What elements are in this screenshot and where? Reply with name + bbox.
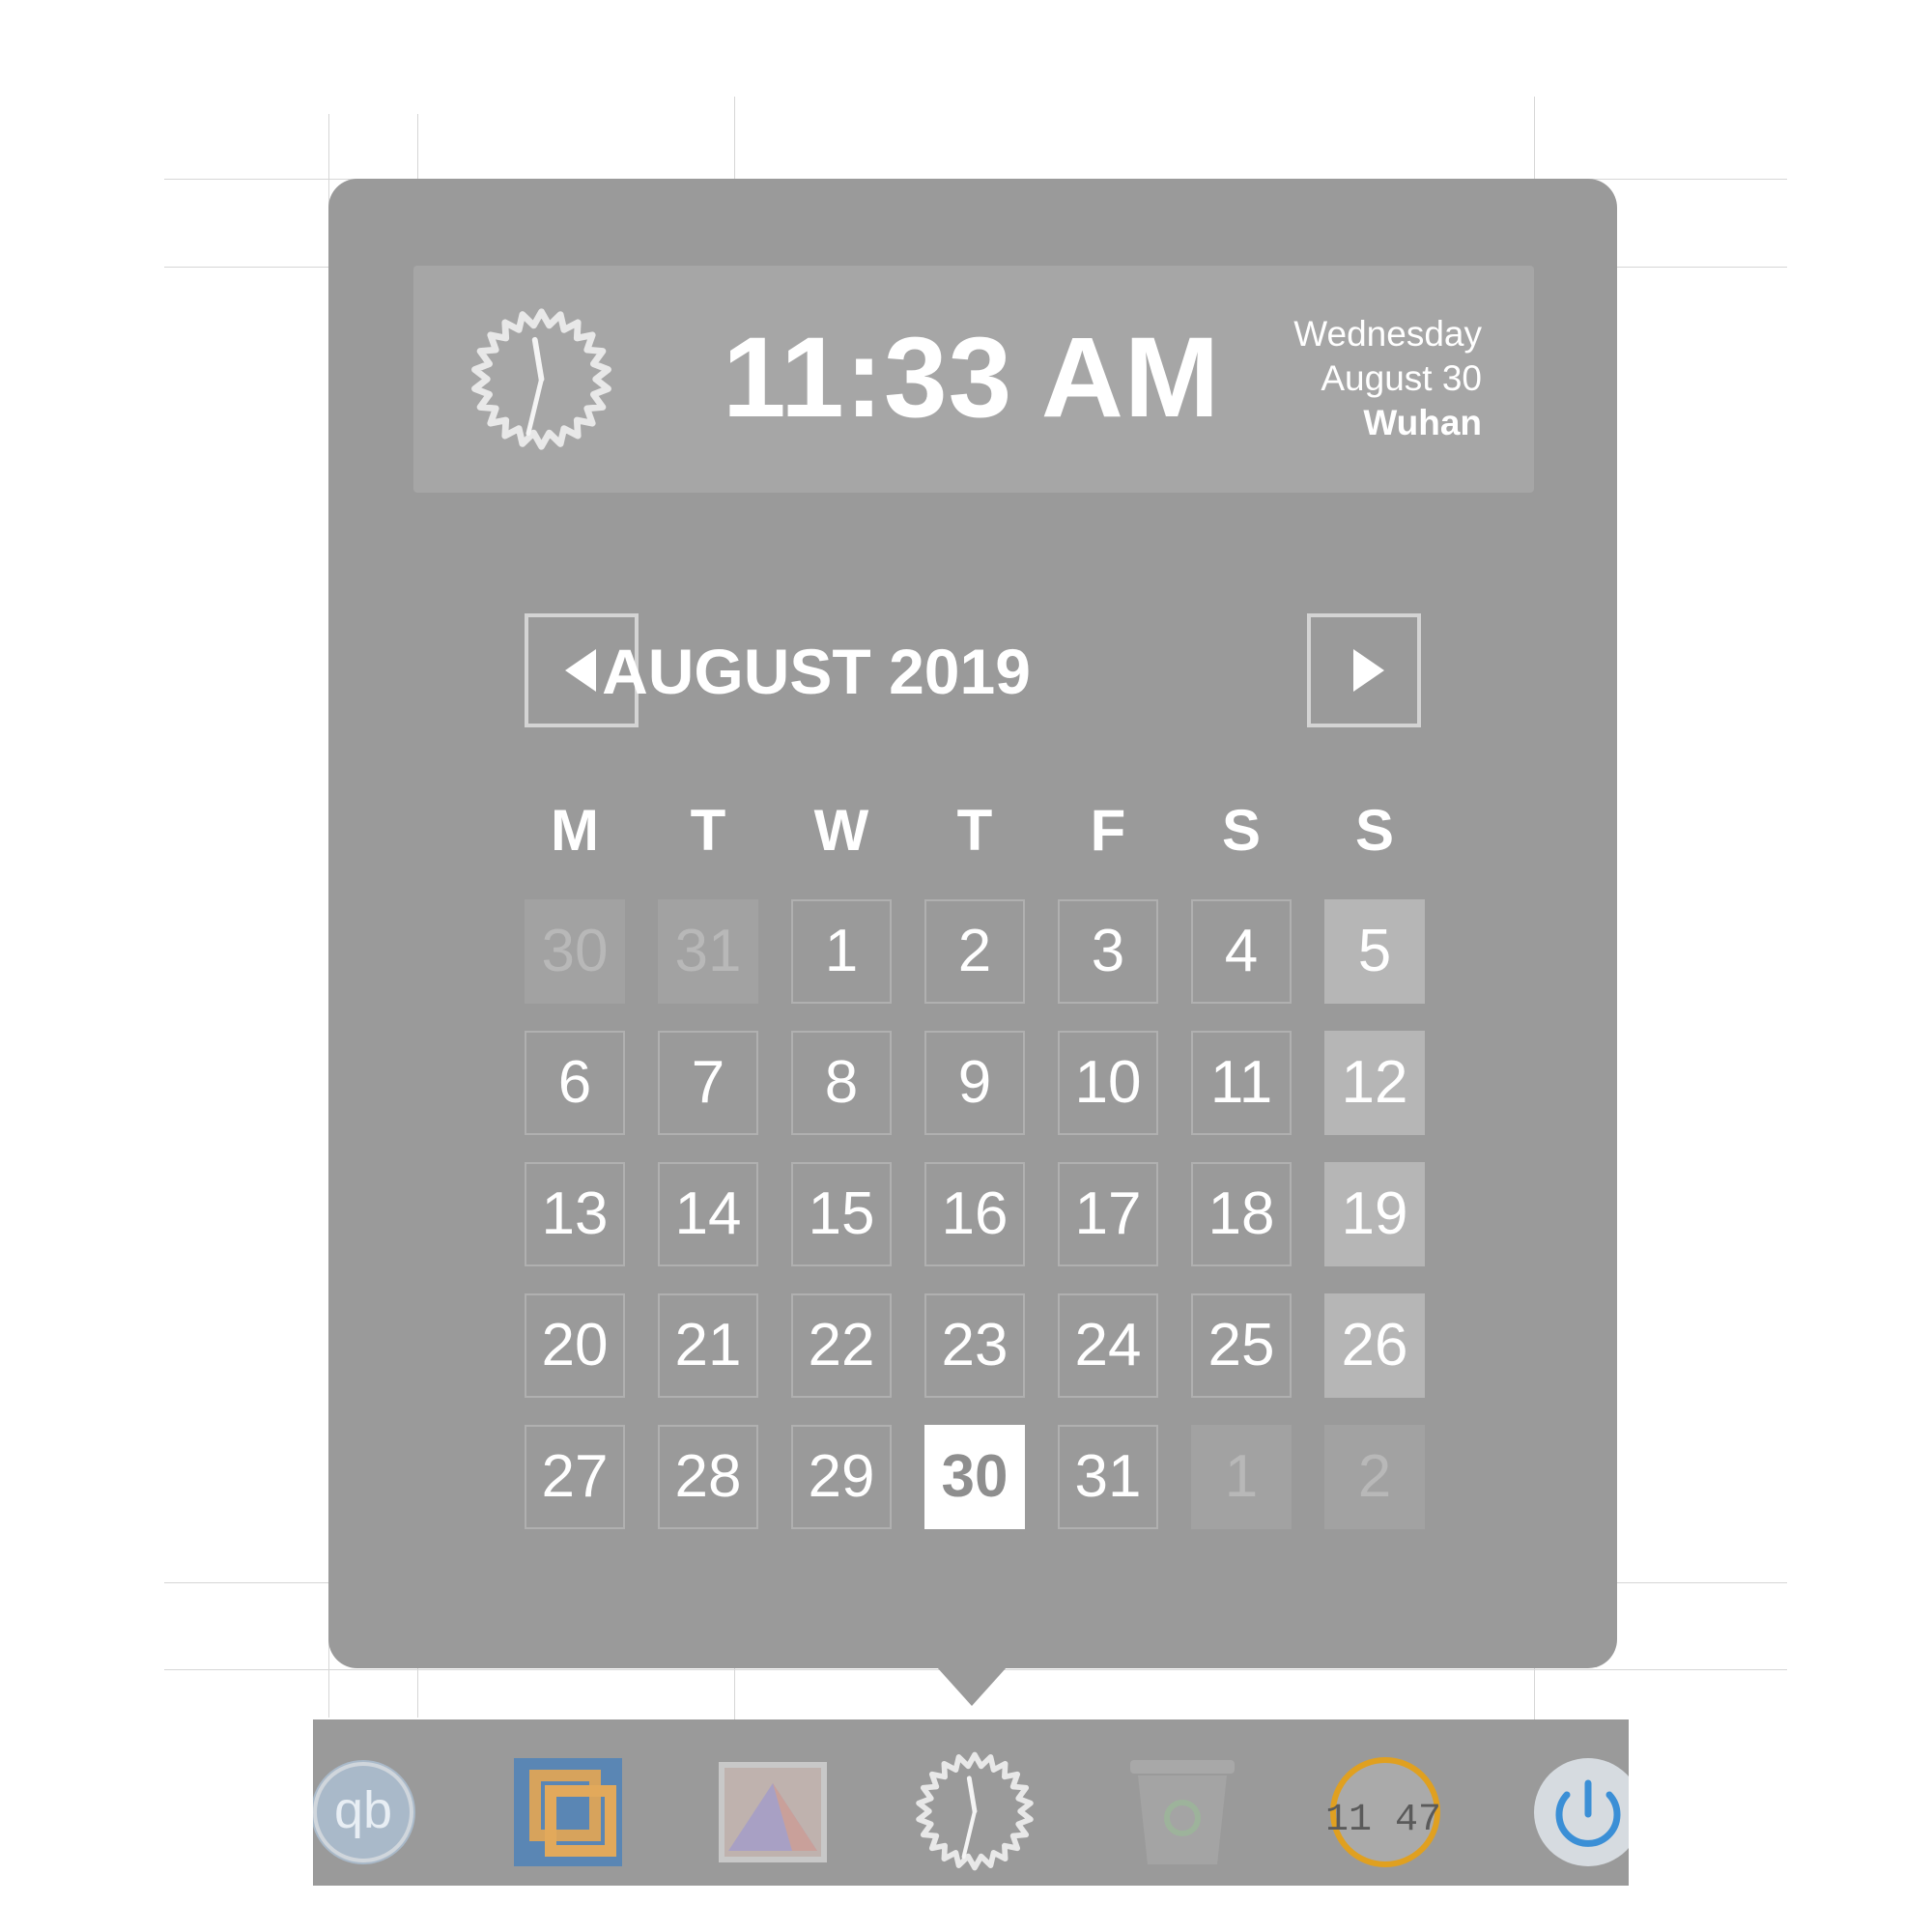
- weekday-label: M: [551, 798, 599, 863]
- digital-clock-text: 11 47: [1327, 1799, 1441, 1842]
- caret-right-icon: [1353, 649, 1384, 692]
- weekday-label: S: [1221, 798, 1262, 863]
- day-cell[interactable]: 9: [924, 1031, 1025, 1135]
- day-cell[interactable]: 1: [1191, 1425, 1292, 1529]
- day-cell[interactable]: 24: [1058, 1293, 1158, 1398]
- day-cell[interactable]: 18: [1191, 1162, 1292, 1266]
- city-label: Wuhan: [1363, 403, 1482, 442]
- weekday-label: T: [956, 798, 993, 863]
- day-cell[interactable]: 26: [1324, 1293, 1425, 1398]
- day-cell[interactable]: 12: [1324, 1031, 1425, 1135]
- day-cell[interactable]: 25: [1191, 1293, 1292, 1398]
- day-cell[interactable]: 19: [1324, 1162, 1425, 1266]
- digital-clock-icon[interactable]: 11 47: [1327, 1754, 1443, 1870]
- weekday-label: F: [1090, 798, 1126, 863]
- day-cell[interactable]: 3: [1058, 899, 1158, 1004]
- day-cell[interactable]: 21: [658, 1293, 758, 1398]
- clock-header: 11:33 AM Wednesday August 30 Wuhan: [413, 266, 1534, 493]
- date-info: Wednesday August 30 Wuhan: [1231, 312, 1482, 445]
- day-cell[interactable]: 2: [1324, 1425, 1425, 1529]
- qb-label: qb: [334, 1781, 392, 1839]
- day-cell[interactable]: 8: [791, 1031, 892, 1135]
- day-cell[interactable]: 7: [658, 1031, 758, 1135]
- day-cell[interactable]: 17: [1058, 1162, 1158, 1266]
- day-cell[interactable]: 23: [924, 1293, 1025, 1398]
- day-cell[interactable]: 22: [791, 1293, 892, 1398]
- weekday-label: W: [813, 798, 869, 863]
- qbittorrent-icon[interactable]: qb: [313, 1754, 421, 1870]
- power-icon[interactable]: [1530, 1754, 1629, 1870]
- day-cell[interactable]: 2: [924, 899, 1025, 1004]
- day-cell[interactable]: 20: [525, 1293, 625, 1398]
- day-cell[interactable]: 6: [525, 1031, 625, 1135]
- day-cell[interactable]: 15: [791, 1162, 892, 1266]
- day-cell[interactable]: 5: [1324, 899, 1425, 1004]
- trash-icon[interactable]: [1124, 1754, 1240, 1870]
- day-cell[interactable]: 1: [791, 899, 892, 1004]
- weekday-label: T: [690, 798, 726, 863]
- weekday-label: Wednesday: [1293, 314, 1482, 354]
- next-month-button[interactable]: [1307, 613, 1421, 727]
- virtualbox-icon[interactable]: [510, 1754, 626, 1870]
- day-cell[interactable]: 13: [525, 1162, 625, 1266]
- popup-pointer: [937, 1667, 1007, 1706]
- day-cell[interactable]: 14: [658, 1162, 758, 1266]
- day-cell[interactable]: 31: [1058, 1425, 1158, 1529]
- day-cell[interactable]: 4: [1191, 899, 1292, 1004]
- day-cell[interactable]: 31: [658, 899, 758, 1004]
- day-cell[interactable]: 16: [924, 1162, 1025, 1266]
- date-label: August 30: [1321, 358, 1482, 398]
- day-cell[interactable]: 29: [791, 1425, 892, 1529]
- month-title: AUGUST 2019: [602, 636, 1031, 707]
- dock: qb 11 47: [313, 1719, 1629, 1886]
- day-cell[interactable]: 30: [525, 899, 625, 1004]
- analog-clock-icon: [471, 308, 611, 450]
- clock-icon[interactable]: [912, 1748, 1037, 1874]
- day-cell[interactable]: 10: [1058, 1031, 1158, 1135]
- day-cell[interactable]: 11: [1191, 1031, 1292, 1135]
- calendar-popup: 11:33 AM Wednesday August 30 Wuhan AUGUS…: [328, 179, 1617, 1668]
- current-time: 11:33 AM: [723, 314, 1221, 441]
- day-cell[interactable]: 28: [658, 1425, 758, 1529]
- day-cell[interactable]: 27: [525, 1425, 625, 1529]
- weekday-label: S: [1354, 798, 1395, 863]
- day-cell-today[interactable]: 30: [924, 1425, 1025, 1529]
- image-viewer-icon[interactable]: [715, 1754, 831, 1870]
